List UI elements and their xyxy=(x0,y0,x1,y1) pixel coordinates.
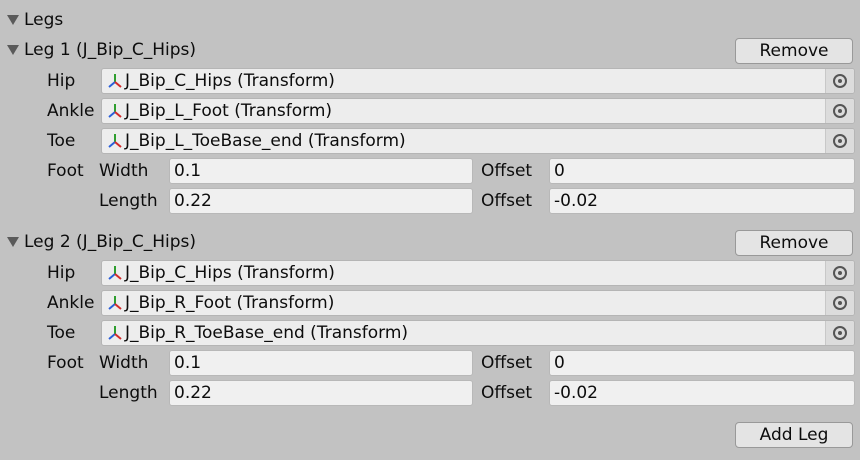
leg-2-length-offset-label: Offset xyxy=(481,383,533,403)
leg-2-foot-label: Foot xyxy=(47,353,84,373)
leg-2-length-field[interactable]: 0.22 xyxy=(169,380,473,406)
leg-2-width-field[interactable]: 0.1 xyxy=(169,350,473,376)
leg-1-hip-picker[interactable] xyxy=(825,69,854,93)
object-picker-icon xyxy=(833,104,847,118)
leg-1-length-offset-label: Offset xyxy=(481,191,533,211)
leg-1-ankle-label: Ankle xyxy=(47,101,95,121)
transform-icon xyxy=(108,74,122,88)
leg-2-hip-field[interactable]: J_Bip_C_Hips (Transform) xyxy=(101,260,855,286)
transform-icon xyxy=(108,266,122,280)
leg-2-ankle-value: J_Bip_R_Foot (Transform) xyxy=(125,293,335,313)
transform-icon xyxy=(108,296,122,310)
leg-2-hip-picker[interactable] xyxy=(825,261,854,285)
foldout-triangle-icon xyxy=(7,15,19,25)
leg-1-hip-field[interactable]: J_Bip_C_Hips (Transform) xyxy=(101,68,855,94)
legs-title: Legs xyxy=(24,10,64,30)
leg-1-length-label: Length xyxy=(99,191,158,211)
leg-1-length-offset-field[interactable]: -0.02 xyxy=(549,188,855,214)
foldout-triangle-icon xyxy=(7,237,19,247)
leg-2-length-offset-field[interactable]: -0.02 xyxy=(549,380,855,406)
leg-2-toe-label: Toe xyxy=(47,323,76,343)
object-picker-icon xyxy=(833,326,847,340)
leg-1-length-field[interactable]: 0.22 xyxy=(169,188,473,214)
leg-2-ankle-label: Ankle xyxy=(47,293,95,313)
leg-2-width-label: Width xyxy=(99,353,149,373)
transform-icon xyxy=(108,134,122,148)
object-picker-icon xyxy=(833,74,847,88)
leg-1-toe-label: Toe xyxy=(47,131,76,151)
leg-1-width-field[interactable]: 0.1 xyxy=(169,158,473,184)
leg-2-remove-button[interactable]: Remove xyxy=(735,230,853,256)
leg-1-hip-value: J_Bip_C_Hips (Transform) xyxy=(125,71,335,91)
leg-2-width-offset-label: Offset xyxy=(481,353,533,373)
leg-1-ankle-field[interactable]: J_Bip_L_Foot (Transform) xyxy=(101,98,855,124)
leg-2-toe-picker[interactable] xyxy=(825,321,854,345)
leg-2-width-offset-field[interactable]: 0 xyxy=(549,350,855,376)
leg-1-hip-label: Hip xyxy=(47,71,76,91)
leg-1-remove-button[interactable]: Remove xyxy=(735,38,853,64)
foldout-triangle-icon xyxy=(7,45,19,55)
leg-2-hip-value: J_Bip_C_Hips (Transform) xyxy=(125,263,335,283)
transform-icon xyxy=(108,104,122,118)
leg-2-toe-field[interactable]: J_Bip_R_ToeBase_end (Transform) xyxy=(101,320,855,346)
leg-2-foldout[interactable]: Leg 2 (J_Bip_C_Hips) xyxy=(7,232,196,252)
leg-2-toe-value: J_Bip_R_ToeBase_end (Transform) xyxy=(125,323,409,343)
leg-1-ankle-value: J_Bip_L_Foot (Transform) xyxy=(125,101,333,121)
leg-1-toe-field[interactable]: J_Bip_L_ToeBase_end (Transform) xyxy=(101,128,855,154)
leg-2-length-label: Length xyxy=(99,383,158,403)
object-picker-icon xyxy=(833,266,847,280)
leg-1-width-offset-label: Offset xyxy=(481,161,533,181)
legs-foldout[interactable]: Legs xyxy=(7,10,63,30)
object-picker-icon xyxy=(833,134,847,148)
add-leg-button[interactable]: Add Leg xyxy=(735,422,853,448)
leg-1-toe-value: J_Bip_L_ToeBase_end (Transform) xyxy=(125,131,406,151)
leg-2-ankle-picker[interactable] xyxy=(825,291,854,315)
leg-1-ankle-picker[interactable] xyxy=(825,99,854,123)
leg-2-ankle-field[interactable]: J_Bip_R_Foot (Transform) xyxy=(101,290,855,316)
leg-1-width-offset-field[interactable]: 0 xyxy=(549,158,855,184)
leg-1-title: Leg 1 (J_Bip_C_Hips) xyxy=(24,40,197,60)
leg-1-width-label: Width xyxy=(99,161,149,181)
leg-1-toe-picker[interactable] xyxy=(825,129,854,153)
leg-2-title: Leg 2 (J_Bip_C_Hips) xyxy=(24,232,197,252)
transform-icon xyxy=(108,326,122,340)
leg-1-foldout[interactable]: Leg 1 (J_Bip_C_Hips) xyxy=(7,40,196,60)
leg-1-foot-label: Foot xyxy=(47,161,84,181)
object-picker-icon xyxy=(833,296,847,310)
leg-2-hip-label: Hip xyxy=(47,263,76,283)
